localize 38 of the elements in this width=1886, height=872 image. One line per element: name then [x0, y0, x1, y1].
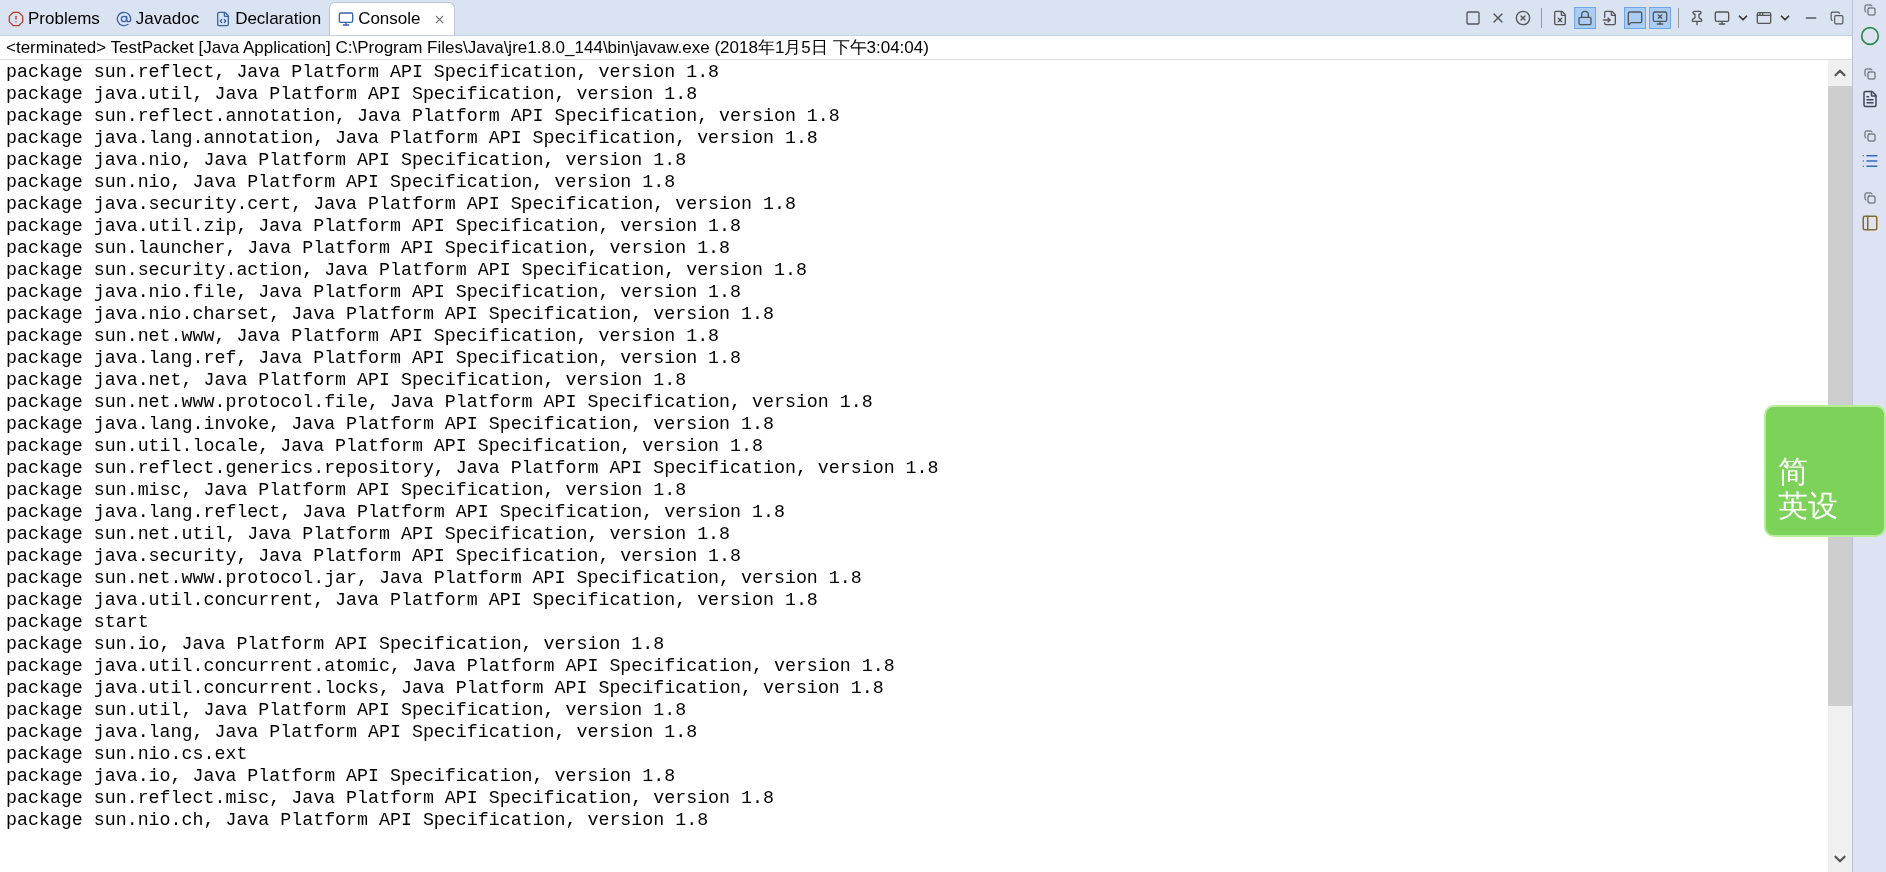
console-line: package sun.reflect, Java Platform API Specification, version 1.8 — [6, 61, 720, 83]
input-method-label: 简 — [1778, 455, 1808, 489]
console-line: package sun.nio.cs.ext — [6, 743, 248, 765]
console-line: package sun.reflect.misc, Java Platform API Specification, version 1.8 — [6, 787, 774, 809]
console-line: package java.io, Java Platform API Specification, version 1.8 — [6, 765, 676, 787]
console-line: package java.lang.invoke, Java Platform API Specification, version 1.8 — [6, 413, 774, 435]
console-line: package java.nio, Java Platform API Specification, version 1.8 — [6, 149, 687, 171]
console-line: package java.util.concurrent.locks, Java Platform API Specification, version 1.8 — [6, 677, 884, 699]
console-line: package sun.launcher, Java Platform API Specification, version 1.8 — [6, 237, 731, 259]
console-line: package sun.security.action, Java Platform API Specification, version 1.8 — [6, 259, 807, 281]
console-line: package java.util, Java Platform API Specification, version 1.8 — [6, 83, 698, 105]
console-line: package java.lang, Java Platform API Specification, version 1.8 — [6, 721, 698, 743]
console-line: package sun.nio, Java Platform API Specification, version 1.8 — [6, 171, 676, 193]
console-line: package sun.reflect.annotation, Java Platform API Specification, version 1.8 — [6, 105, 840, 127]
console-line: package sun.io, Java Platform API Specification, version 1.8 — [6, 633, 665, 655]
console-line: package java.util.concurrent, Java Platform API Specification, version 1.8 — [6, 589, 818, 611]
console-line: package sun.net.util, Java Platform API Specification, version 1.8 — [6, 523, 731, 545]
console-line: package java.lang.reflect, Java Platform API Specification, version 1.8 — [6, 501, 785, 523]
console-line: package sun.util, Java Platform API Specification, version 1.8 — [6, 699, 687, 721]
console-line: package java.util.zip, Java Platform API Specification, version 1.8 — [6, 215, 742, 237]
console-line: package java.security, Java Platform API Specification, version 1.8 — [6, 545, 742, 567]
console-line: package java.nio.file, Java Platform API Specification, version 1.8 — [6, 281, 742, 303]
console-line: package java.lang.ref, Java Platform API Specification, version 1.8 — [6, 347, 742, 369]
console-line: package sun.net.www.protocol.jar, Java Platform API Specification, version 1.8 — [6, 567, 862, 589]
console-line: package sun.misc, Java Platform API Specification, version 1.8 — [6, 479, 687, 501]
console-line: package java.lang.annotation, Java Platform API Specification, version 1.8 — [6, 127, 818, 149]
console-line: package sun.net.www, Java Platform API Specification, version 1.8 — [6, 325, 720, 347]
console-line: package sun.reflect.generics.repository, Java Platform API Specification, version 1.8 — [6, 457, 939, 479]
console-title: <terminated> TestPacket [Java Application] C:\Program Files\Java\jre1.8.0_144\bin\javaw.exe (2018年1月5日 下午3:04:04) — [0, 36, 1852, 60]
console-line: package java.nio.charset, Java Platform API Specification, version 1.8 — [6, 303, 774, 325]
console-line: package start — [6, 611, 149, 633]
console-line: package java.util.concurrent.atomic, Java Platform API Specification, version 1.8 — [6, 655, 895, 677]
console-line: package java.security.cert, Java Platform API Specification, version 1.8 — [6, 193, 796, 215]
console-line: package java.net, Java Platform API Specification, version 1.8 — [6, 369, 687, 391]
console-line: package sun.util.locale, Java Platform API Specification, version 1.8 — [6, 435, 763, 457]
input-method-label: 英设 — [1778, 489, 1838, 523]
console-line: package sun.net.www.protocol.file, Java Platform API Specification, version 1.8 — [6, 391, 873, 413]
console-line: package sun.nio.ch, Java Platform API Specification, version 1.8 — [6, 809, 709, 831]
